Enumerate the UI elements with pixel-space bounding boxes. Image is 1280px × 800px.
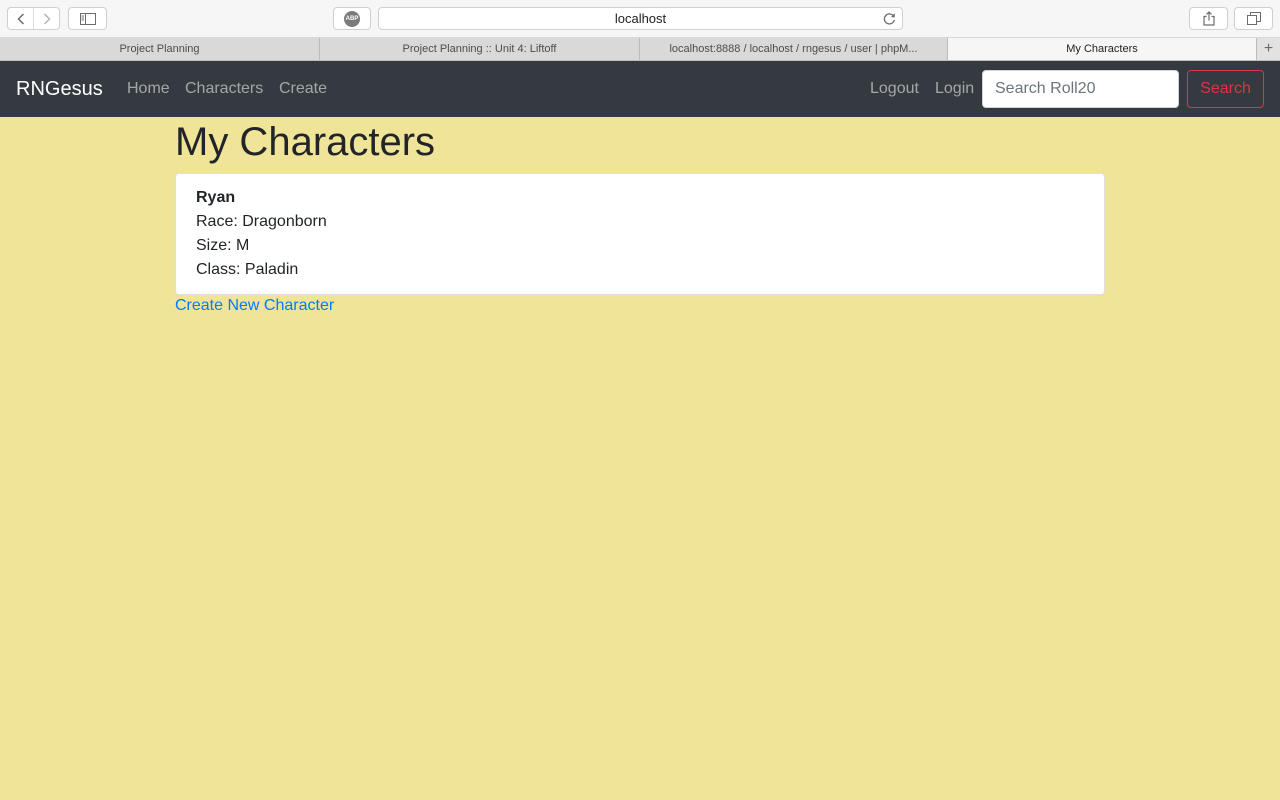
- character-name: Ryan: [196, 189, 236, 206]
- nav-create[interactable]: Create: [279, 79, 327, 99]
- nav-logout[interactable]: Logout: [870, 79, 919, 99]
- page-title: My Characters: [175, 120, 436, 164]
- tab-project-planning-unit4[interactable]: Project Planning :: Unit 4: Liftoff: [320, 38, 640, 60]
- browser-toolbar: ABP localhost: [0, 0, 1280, 38]
- tab-phpmyadmin[interactable]: localhost:8888 / localhost / rngesus / u…: [640, 38, 948, 60]
- nav-home[interactable]: Home: [127, 79, 170, 99]
- nav-login[interactable]: Login: [935, 79, 974, 99]
- character-size: Size: M: [196, 237, 250, 254]
- share-icon[interactable]: [1189, 7, 1228, 30]
- new-tab-icon[interactable]: +: [1257, 38, 1280, 60]
- tab-label: Project Planning: [119, 43, 200, 55]
- back-icon[interactable]: [8, 8, 33, 29]
- tab-my-characters[interactable]: My Characters: [948, 38, 1257, 60]
- reload-icon[interactable]: [883, 12, 896, 28]
- search-input[interactable]: [982, 70, 1179, 108]
- tab-project-planning[interactable]: Project Planning: [0, 38, 320, 60]
- brand-logo[interactable]: RNGesus: [16, 77, 103, 101]
- adblock-button[interactable]: ABP: [333, 7, 371, 30]
- tab-label: My Characters: [1066, 43, 1138, 55]
- create-new-character-link[interactable]: Create New Character: [175, 296, 334, 316]
- tab-label: localhost:8888 / localhost / rngesus / u…: [669, 43, 918, 55]
- character-class: Class: Paladin: [196, 261, 299, 278]
- sidebar-icon[interactable]: [68, 7, 107, 30]
- tab-strip: Project Planning Project Planning :: Uni…: [0, 38, 1280, 61]
- character-card[interactable]: Ryan Race: Dragonborn Size: M Class: Pal…: [175, 173, 1105, 295]
- forward-icon[interactable]: [33, 8, 59, 29]
- search-button[interactable]: Search: [1187, 70, 1264, 108]
- character-race: Race: Dragonborn: [196, 213, 327, 230]
- adblock-icon: ABP: [344, 10, 360, 27]
- address-text: localhost: [614, 11, 667, 26]
- history-nav: [7, 7, 60, 30]
- nav-characters[interactable]: Characters: [185, 79, 263, 99]
- site-navbar: RNGesus Home Characters Create Logout Lo…: [0, 61, 1280, 117]
- address-bar[interactable]: localhost: [378, 7, 903, 30]
- tabs-overview-icon[interactable]: [1234, 7, 1273, 30]
- tab-label: Project Planning :: Unit 4: Liftoff: [402, 43, 557, 55]
